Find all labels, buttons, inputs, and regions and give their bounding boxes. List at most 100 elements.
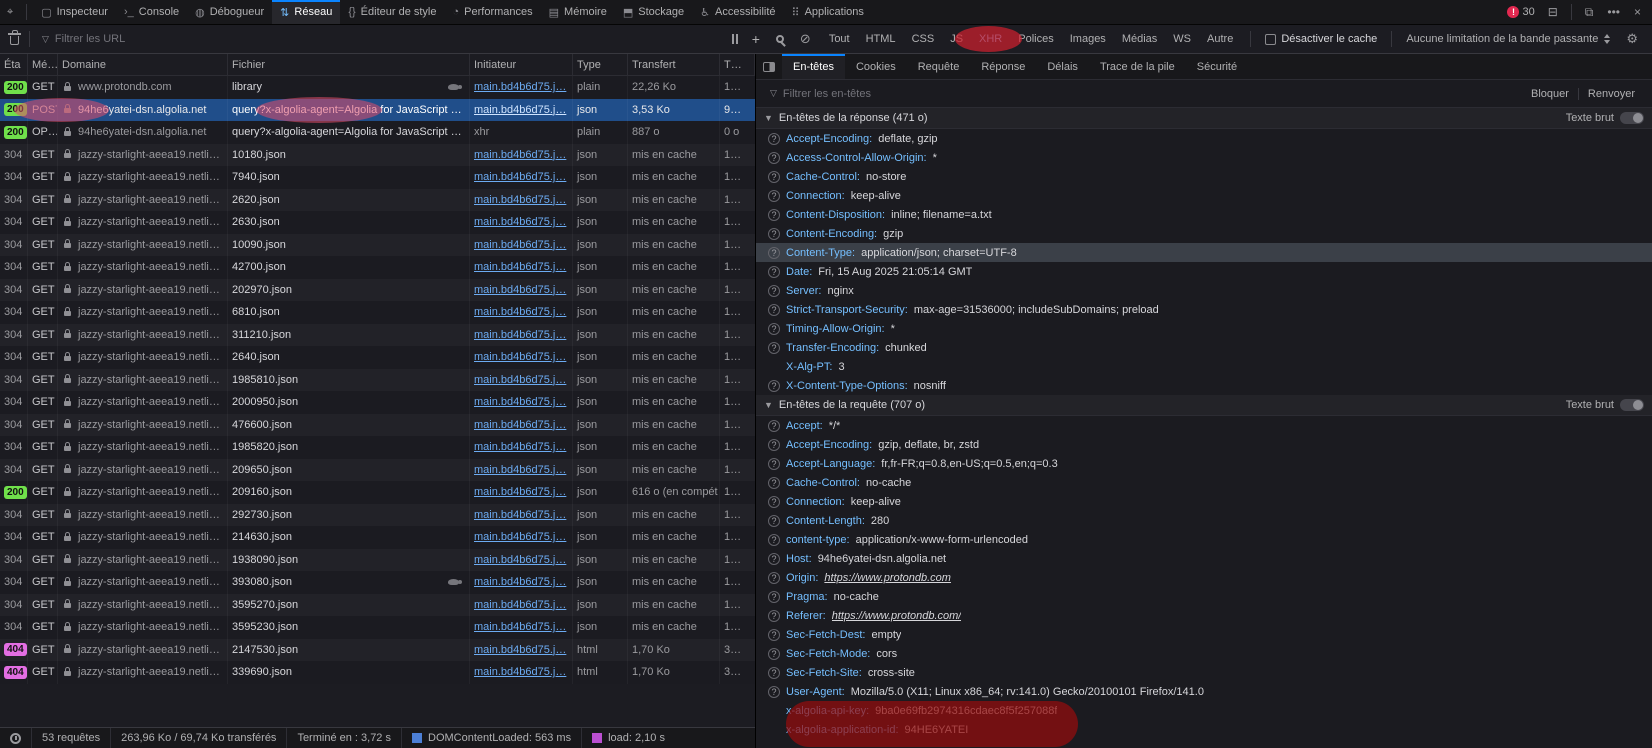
help-icon[interactable]: ? [768, 209, 780, 221]
help-icon[interactable]: ? [768, 553, 780, 565]
initiator-link[interactable]: main.bd4b6d75.j… [474, 441, 566, 453]
header-row[interactable]: ?Origin:https://www.protondb.com [756, 568, 1652, 587]
initiator-link[interactable]: main.bd4b6d75.j… [474, 554, 566, 566]
header-row[interactable]: ?X-Alg-PT:3 [756, 357, 1652, 376]
request-headers-section-title[interactable]: ▼En-têtes de la requête (707 o)Texte bru… [756, 395, 1652, 416]
header-row[interactable]: ?Connection:keep-alive [756, 186, 1652, 205]
reload-status[interactable] [0, 728, 32, 748]
filter-css[interactable]: CSS [905, 31, 942, 47]
request-row[interactable]: 304GETjazzy-starlight-aeea19.netli…19858… [0, 436, 755, 459]
header-row[interactable]: ?Sec-Fetch-Site:cross-site [756, 663, 1652, 682]
header-value-link[interactable]: https://www.protondb.com [824, 572, 951, 584]
header-row[interactable]: ?X-Content-Type-Options:nosniff [756, 376, 1652, 395]
request-row[interactable]: 304GETjazzy-starlight-aeea19.netli…39308… [0, 571, 755, 594]
help-icon[interactable]: ? [768, 686, 780, 698]
initiator-link[interactable]: main.bd4b6d75.j… [474, 599, 566, 611]
initiator-link[interactable]: main.bd4b6d75.j… [474, 396, 566, 408]
column-header-t[interactable]: T… [720, 54, 755, 75]
request-row[interactable]: 200POST94he6yatei-dsn.algolia.netquery?x… [0, 99, 755, 122]
initiator-link[interactable]: main.bd4b6d75.j… [474, 486, 566, 498]
help-icon[interactable]: ? [768, 610, 780, 622]
header-row[interactable]: ?Timing-Allow-Origin:* [756, 319, 1652, 338]
column-header-m[interactable]: Mé… [28, 54, 58, 75]
raw-toggle-switch[interactable] [1620, 112, 1644, 124]
initiator-link[interactable]: main.bd4b6d75.j… [474, 261, 566, 273]
toolbar-tab-debogueur[interactable]: ◍Débogueur [187, 0, 272, 24]
help-icon[interactable]: ? [768, 648, 780, 660]
initiator-link[interactable]: main.bd4b6d75.j… [474, 464, 566, 476]
initiator-link[interactable]: main.bd4b6d75.j… [474, 666, 566, 678]
request-row[interactable]: 304GETjazzy-starlight-aeea19.netli…10090… [0, 234, 755, 257]
request-row[interactable]: 304GETjazzy-starlight-aeea19.netli…47660… [0, 414, 755, 437]
help-icon[interactable]: ? [768, 572, 780, 584]
details-tab-requ-te[interactable]: Requête [907, 54, 971, 79]
panel-toggle-icon[interactable] [756, 54, 782, 79]
error-count-badge[interactable]: ! 30 [1501, 6, 1540, 18]
details-tab-d-lais[interactable]: Délais [1036, 54, 1089, 79]
toolbar-tab-inspecteur[interactable]: ▢Inspecteur [33, 0, 116, 24]
header-row[interactable]: ?Referer:https://www.protondb.com/ [756, 606, 1652, 625]
headers-filter-input[interactable] [781, 87, 1522, 101]
initiator-link[interactable]: main.bd4b6d75.j… [474, 509, 566, 521]
toolbar-tab-reseau[interactable]: ⇅Réseau [272, 0, 340, 24]
header-row[interactable]: ?Server:nginx [756, 281, 1652, 300]
column-header-domaine[interactable]: Domaine [58, 54, 228, 75]
toolbar-tab-performances[interactable]: ◔Performances [445, 0, 541, 24]
header-row[interactable]: ?Content-Type:application/json; charset=… [756, 243, 1652, 262]
disable-cache-checkbox[interactable]: Désactiver le cache [1265, 33, 1377, 45]
help-icon[interactable]: ? [768, 285, 780, 297]
search-icon[interactable] [776, 35, 784, 43]
header-row[interactable]: ?Content-Length:280 [756, 511, 1652, 530]
help-icon[interactable]: ? [768, 458, 780, 470]
more-options-icon[interactable]: ••• [1600, 5, 1627, 19]
header-row[interactable]: ?Pragma:no-cache [756, 587, 1652, 606]
help-icon[interactable]: ? [768, 420, 780, 432]
request-row[interactable]: 304GETjazzy-starlight-aeea19.netli…35952… [0, 616, 755, 639]
close-icon[interactable]: × [1627, 5, 1648, 19]
initiator-link[interactable]: main.bd4b6d75.j… [474, 239, 566, 251]
details-tab-en-t-tes[interactable]: En-têtes [782, 54, 845, 79]
header-row[interactable]: ?User-Agent:Mozilla/5.0 (X11; Linux x86_… [756, 682, 1652, 701]
request-row[interactable]: 200OP…94he6yatei-dsn.algolia.netquery?x-… [0, 121, 755, 144]
throttling-select[interactable]: Aucune limitation de la bande passante [1398, 33, 1618, 45]
request-row[interactable]: 304GETjazzy-starlight-aeea19.netli…21463… [0, 526, 755, 549]
request-row[interactable]: 404GETjazzy-starlight-aeea19.netli…33969… [0, 661, 755, 684]
header-row[interactable]: ?Cache-Control:no-cache [756, 473, 1652, 492]
header-row[interactable]: ?Accept-Encoding:deflate, gzip [756, 129, 1652, 148]
filter-xhr[interactable]: XHR [972, 31, 1009, 47]
request-row[interactable]: 304GETjazzy-starlight-aeea19.netli…6810.… [0, 301, 755, 324]
filter-images[interactable]: Images [1063, 31, 1113, 47]
header-row[interactable]: ?Accept-Language:fr,fr-FR;q=0.8,en-US;q=… [756, 454, 1652, 473]
request-row[interactable]: 304GETjazzy-starlight-aeea19.netli…31121… [0, 324, 755, 347]
filter-tout[interactable]: Tout [822, 31, 857, 47]
toolbar-tab-accessibilite[interactable]: ♿Accessibilité [692, 0, 783, 24]
column-header-type[interactable]: Type [573, 54, 628, 75]
network-settings-gear-icon[interactable]: ⚙ [1618, 31, 1646, 47]
initiator-link[interactable]: main.bd4b6d75.j… [474, 194, 566, 206]
header-row[interactable]: ?Content-Disposition:inline; filename=a.… [756, 205, 1652, 224]
filter-médias[interactable]: Médias [1115, 31, 1164, 47]
response-headers-section-title[interactable]: ▼En-têtes de la réponse (471 o)Texte bru… [756, 108, 1652, 129]
column-header-transfert[interactable]: Transfert [628, 54, 720, 75]
help-icon[interactable]: ? [768, 228, 780, 240]
header-row[interactable]: ?Accept:*/* [756, 416, 1652, 435]
initiator-link[interactable]: main.bd4b6d75.j… [474, 171, 566, 183]
help-icon[interactable]: ? [768, 591, 780, 603]
raw-toggle-switch[interactable] [1620, 399, 1644, 411]
initiator-link[interactable]: main.bd4b6d75.j… [474, 531, 566, 543]
initiator-link[interactable]: main.bd4b6d75.j… [474, 149, 566, 161]
header-row[interactable]: ?Sec-Fetch-Mode:cors [756, 644, 1652, 663]
request-row[interactable]: 404GETjazzy-starlight-aeea19.netli…21475… [0, 639, 755, 662]
request-row[interactable]: 200GETjazzy-starlight-aeea19.netli…20916… [0, 481, 755, 504]
filter-html[interactable]: HTML [859, 31, 903, 47]
help-icon[interactable]: ? [768, 477, 780, 489]
request-row[interactable]: 304GETjazzy-starlight-aeea19.netli…35952… [0, 594, 755, 617]
filter-autre[interactable]: Autre [1200, 31, 1240, 47]
help-icon[interactable]: ? [768, 380, 780, 392]
request-row[interactable]: 304GETjazzy-starlight-aeea19.netli…10180… [0, 144, 755, 167]
header-row[interactable]: ?x-algolia-application-id:94HE6YATEI [756, 720, 1652, 739]
header-row[interactable]: ?content-type:application/x-www-form-url… [756, 530, 1652, 549]
initiator-link[interactable]: main.bd4b6d75.j… [474, 216, 566, 228]
help-icon[interactable]: ? [768, 515, 780, 527]
initiator-link[interactable]: main.bd4b6d75.j… [474, 329, 566, 341]
